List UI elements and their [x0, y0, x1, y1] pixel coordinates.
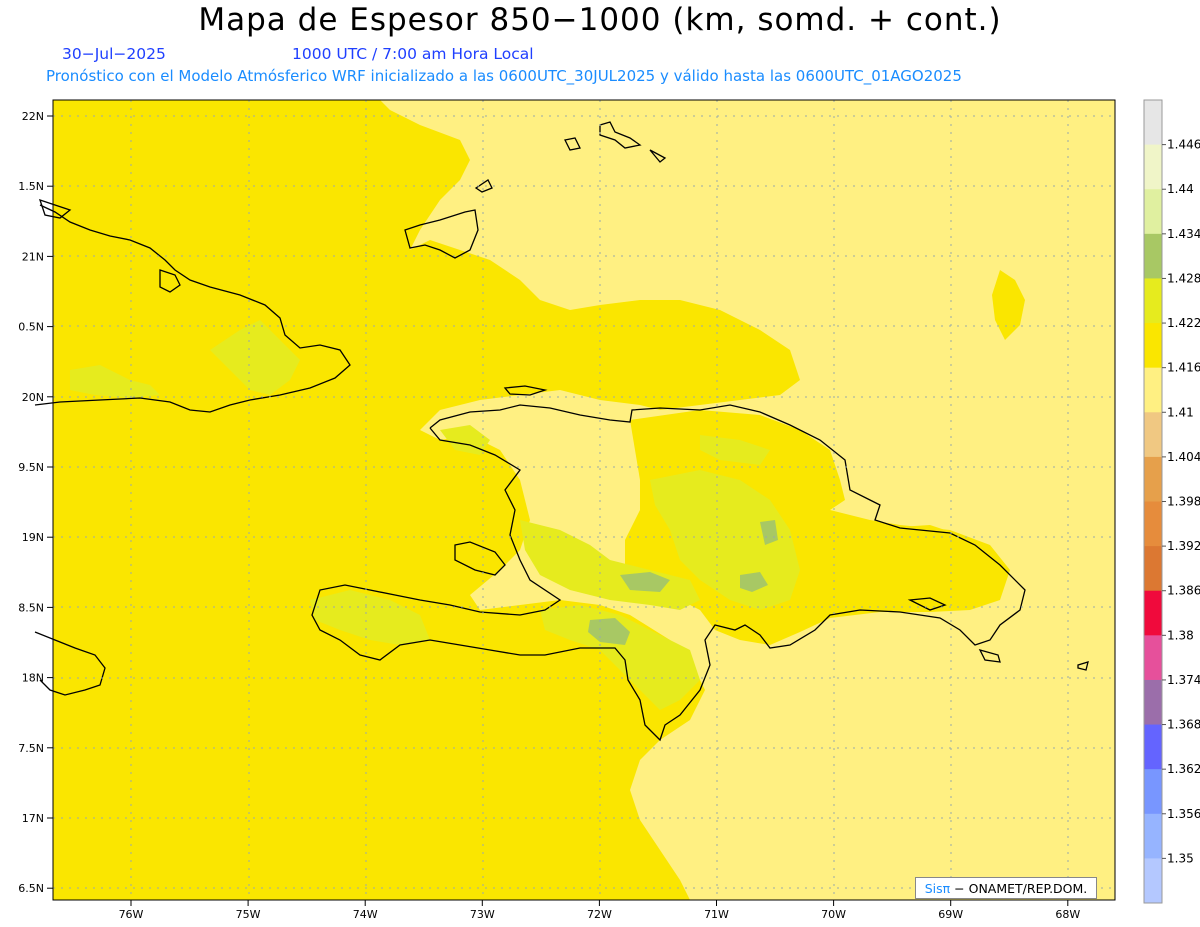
lat-tick-label: 7.5N	[18, 742, 44, 755]
colorbar-label: 1.386	[1167, 584, 1200, 598]
lon-tick-label: 74W	[353, 908, 378, 921]
colorbar-segment	[1144, 100, 1162, 146]
colorbar-segment	[1144, 635, 1162, 681]
colorbar-segment	[1144, 456, 1162, 502]
colorbar-label: 1.356	[1167, 807, 1200, 821]
colorbar-segment	[1144, 724, 1162, 770]
colorbar-segment	[1144, 501, 1162, 547]
colorbar-label: 1.362	[1167, 762, 1200, 776]
colorbar-label: 1.35	[1167, 851, 1194, 865]
lon-tick-label: 70W	[821, 908, 846, 921]
colorbar-label: 1.392	[1167, 539, 1200, 553]
colorbar-segment	[1144, 412, 1162, 458]
colorbar-segment	[1144, 590, 1162, 636]
colorbar-label: 1.44	[1167, 182, 1194, 196]
lon-tick-label: 71W	[704, 908, 729, 921]
lat-tick-label: 19N	[22, 531, 44, 544]
colorbar-segment	[1144, 546, 1162, 592]
lat-tick-label: 21N	[22, 250, 44, 263]
lon-tick-label: 69W	[938, 908, 963, 921]
colorbar-segment	[1144, 679, 1162, 726]
colorbar-label: 1.404	[1167, 450, 1200, 464]
lat-tick-label: 22N	[22, 110, 44, 123]
longitude-axis: 76W 75W 74W 73W 72W 71W 70W 69W 68W	[119, 900, 1080, 921]
colorbar-label: 1.416	[1167, 361, 1200, 375]
colorbar: 1.446 1.44 1.434 1.428 1.422 1.416 1.41 1.404 1.…	[1143, 99, 1200, 904]
colorbar-label: 1.374	[1167, 673, 1200, 687]
colorbar-segment	[1144, 144, 1162, 190]
lat-tick-label: 8.5N	[18, 601, 44, 614]
colorbar-label: 1.428	[1167, 271, 1200, 285]
colorbar-label: 1.38	[1167, 628, 1194, 642]
colorbar-label: 1.398	[1167, 495, 1200, 509]
colorbar-label: 1.434	[1167, 227, 1200, 241]
latitude-axis: 22N 1.5N 21N 0.5N 20N 9.5N 19N 8.5N 18N 7.5N 17N 6.…	[18, 110, 53, 895]
lat-tick-label: 17N	[22, 812, 44, 825]
lat-tick-label: 20N	[22, 391, 44, 404]
credit-text: − ONAMET/REP.DOM.	[954, 880, 1088, 896]
sis-logo: Sisπ	[924, 880, 951, 896]
colorbar-label: 1.422	[1167, 316, 1200, 330]
lon-tick-label: 72W	[587, 908, 612, 921]
colorbar-segment	[1144, 813, 1162, 859]
colorbar-segment	[1144, 323, 1162, 369]
lat-tick-label: 18N	[22, 672, 44, 685]
lat-tick-label: 1.5N	[18, 180, 44, 193]
lon-tick-label: 76W	[119, 908, 144, 921]
colorbar-label: 1.368	[1167, 718, 1200, 732]
lon-tick-label: 68W	[1055, 908, 1080, 921]
lon-tick-label: 75W	[236, 908, 261, 921]
pi-symbol: π	[942, 880, 951, 896]
colorbar-segment	[1144, 189, 1162, 235]
lat-tick-label: 6.5N	[18, 882, 44, 895]
colorbar-label: 1.41	[1167, 405, 1194, 419]
map-canvas: 22N 1.5N 21N 0.5N 20N 9.5N 19N 8.5N 18N 7.5N 17N 6.…	[18, 99, 1200, 921]
colorbar-segment	[1144, 278, 1162, 324]
lon-tick-label: 73W	[470, 908, 495, 921]
colorbar-segment	[1144, 769, 1162, 815]
lat-tick-label: 9.5N	[18, 461, 44, 474]
colorbar-segment	[1144, 367, 1162, 413]
colorbar-label: 1.446	[1167, 138, 1200, 152]
lat-tick-label: 0.5N	[18, 321, 44, 334]
colorbar-segment	[1144, 233, 1162, 279]
credit-badge: Sisπ − ONAMET/REP.DOM.	[915, 877, 1097, 899]
colorbar-segment	[1144, 858, 1162, 904]
